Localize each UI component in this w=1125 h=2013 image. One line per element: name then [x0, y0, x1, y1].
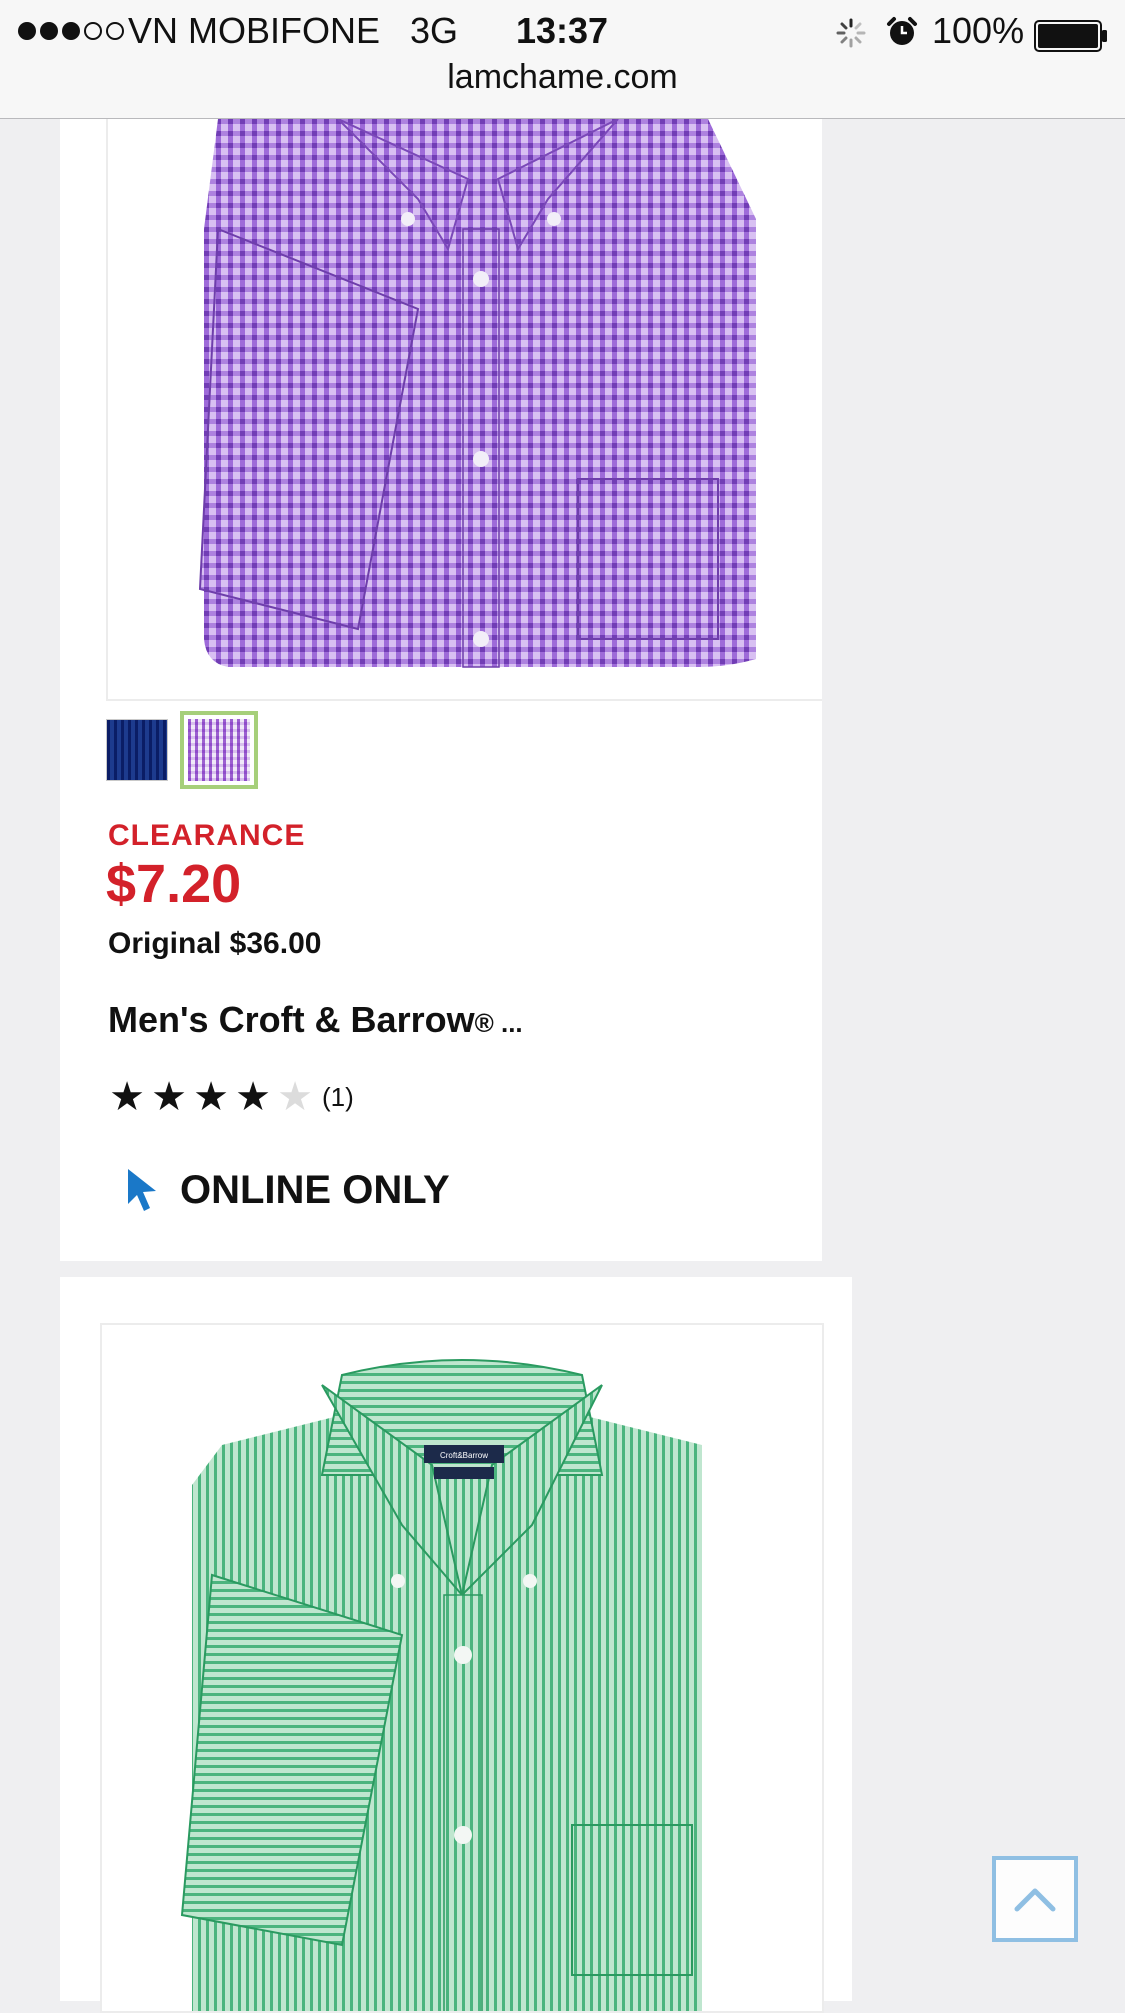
swatch-purple-gingham-selected[interactable] [180, 711, 258, 789]
color-swatches [106, 711, 258, 789]
online-only-text: ONLINE ONLY [180, 1167, 450, 1212]
product-image[interactable] [106, 119, 822, 701]
brand-label: Croft&Barrow [440, 1451, 488, 1460]
status-time: 13:37 [516, 10, 609, 51]
review-count: (1) [322, 1081, 354, 1112]
star-filled-icon: ★ [109, 1075, 145, 1119]
chevron-up-icon [1014, 1888, 1056, 1912]
product-image[interactable]: Croft&Barrow [100, 1323, 824, 2013]
sale-price: $7.20 [106, 854, 242, 914]
clearance-badge: CLEARANCE [108, 819, 306, 852]
swatch-purple-fill [188, 719, 250, 781]
alarm-clock-icon [887, 17, 917, 45]
star-filled-icon: ★ [193, 1075, 229, 1119]
swatch-blue-plaid[interactable] [106, 719, 168, 781]
status-bar: VN MOBIFONE 3G 13:37 100% lamchame.com [0, 0, 1125, 119]
green-striped-shirt-icon: Croft&Barrow [180, 1359, 702, 2011]
purple-gingham-shirt-icon [198, 119, 756, 668]
battery-icon [1034, 20, 1107, 52]
activity-spinner-icon [836, 18, 866, 48]
star-empty-icon: ★ [277, 1075, 313, 1119]
product-card[interactable]: Croft&Barrow [60, 1277, 852, 2013]
cursor-arrow-icon [128, 1169, 156, 1211]
address-bar-url[interactable]: lamchame.com [0, 58, 1125, 97]
online-only-badge: ONLINE ONLY [122, 1167, 450, 1213]
signal-strength-icon [18, 22, 124, 40]
product-name-suffix: ® ... [474, 1008, 523, 1038]
product-name-text: Men's Croft & Barrow [108, 999, 475, 1040]
star-filled-icon: ★ [235, 1075, 271, 1119]
original-price: Original $36.00 [108, 927, 322, 960]
star-filled-icon: ★ [151, 1075, 187, 1119]
star-rating[interactable]: ★ ★ ★ ★ ★ (1) [106, 1077, 354, 1117]
network-type: 3G [410, 10, 459, 51]
product-card[interactable]: CLEARANCE $7.20 Original $36.00 Men's Cr… [60, 119, 822, 1261]
carrier-name: VN MOBIFONE [128, 10, 381, 51]
product-name-link[interactable]: Men's Croft & Barrow® ... [108, 999, 523, 1041]
back-to-top-button[interactable] [992, 1856, 1078, 1942]
battery-percentage: 100% [932, 10, 1025, 51]
